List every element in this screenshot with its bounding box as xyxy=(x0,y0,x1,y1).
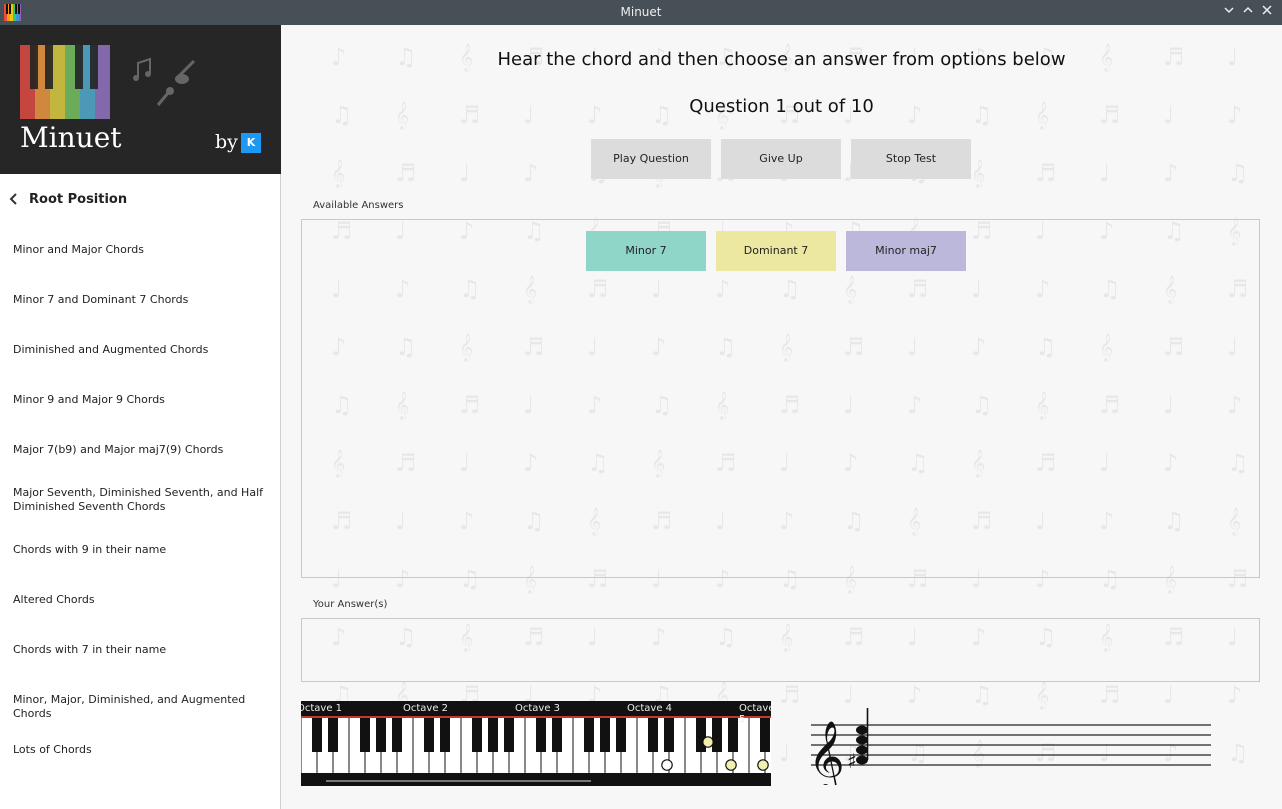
close-icon[interactable] xyxy=(1258,3,1276,21)
menu-item-major7b9[interactable]: Major 7(b9) and Major maj7(9) Chords xyxy=(13,443,263,457)
black-key xyxy=(392,718,402,752)
svg-text:𝄞: 𝄞 xyxy=(331,159,345,188)
black-key xyxy=(488,718,498,752)
svg-text:♩: ♩ xyxy=(1099,159,1110,187)
svg-text:♬: ♬ xyxy=(779,681,801,709)
svg-text:♪: ♪ xyxy=(1227,681,1242,709)
stop-test-button[interactable]: Stop Test xyxy=(851,139,971,179)
piano-keyboard[interactable]: Octave 1 Octave 2 Octave 3 Octave 4 Octa… xyxy=(301,701,771,786)
pressed-key-marker xyxy=(661,759,673,771)
black-key xyxy=(504,718,514,752)
chevron-left-icon xyxy=(9,190,23,209)
octave-label: Octave 2 xyxy=(403,703,449,714)
black-key xyxy=(728,718,738,752)
music-doodle-icon xyxy=(133,57,196,106)
svg-text:♫: ♫ xyxy=(1227,739,1249,767)
menu-item-chords-with-9[interactable]: Chords with 9 in their name xyxy=(13,543,263,557)
black-key xyxy=(472,718,482,752)
window-titlebar: Minuet xyxy=(0,0,1282,25)
black-key xyxy=(600,718,610,752)
pressed-key-marker xyxy=(702,736,714,748)
menu-item-minor7-dominant7[interactable]: Minor 7 and Dominant 7 Chords xyxy=(13,293,263,307)
give-up-button[interactable]: Give Up xyxy=(721,139,841,179)
app-name: Minuet xyxy=(20,121,122,154)
answer-minor-maj7[interactable]: Minor maj7 xyxy=(846,231,966,271)
black-key xyxy=(440,718,450,752)
svg-text:𝄞: 𝄞 xyxy=(971,159,985,188)
your-answers-label: Your Answer(s) xyxy=(313,599,388,610)
kde-logo-icon: K xyxy=(241,133,261,153)
main-content: ♪♫𝄞♬♩♪♫𝄞♬♩♪♫𝄞♬♩♪♫𝄞♬♩♪♫𝄞♬♩♪♫𝄞♬♩♪♫𝄞♬♩♪♫𝄞♬♩… xyxy=(281,25,1282,809)
menu-item-seventh-chords[interactable]: Major Seventh, Diminished Seventh, and H… xyxy=(13,486,263,514)
menu-item-chords-with-7[interactable]: Chords with 7 in their name xyxy=(13,643,263,657)
app-banner: Minuet by K xyxy=(0,25,281,174)
your-answers-panel xyxy=(301,618,1260,682)
black-key xyxy=(376,718,386,752)
black-key xyxy=(424,718,434,752)
chevron-up-icon[interactable] xyxy=(1239,3,1257,21)
black-key xyxy=(360,718,370,752)
piano-logo-icon xyxy=(20,45,110,119)
black-key xyxy=(312,718,322,752)
treble-clef-icon: 𝄞 xyxy=(808,719,845,785)
answer-dominant7[interactable]: Dominant 7 xyxy=(716,231,836,271)
svg-text:♩: ♩ xyxy=(459,159,470,187)
play-question-button[interactable]: Play Question xyxy=(591,139,711,179)
black-key xyxy=(712,718,722,752)
svg-text:♫: ♫ xyxy=(1227,159,1249,187)
window-title: Minuet xyxy=(620,5,662,19)
chord-notes xyxy=(856,708,869,765)
menu-item-diminished-augmented[interactable]: Diminished and Augmented Chords xyxy=(13,343,263,357)
octave-label: Octave 4 xyxy=(627,703,673,714)
pressed-key-marker xyxy=(757,759,769,771)
black-key xyxy=(664,718,674,752)
black-key xyxy=(648,718,658,752)
by-label: by xyxy=(215,131,238,153)
pressed-key-marker xyxy=(725,759,737,771)
sharp-icon: ♯ xyxy=(847,749,857,773)
black-key xyxy=(696,718,706,752)
sidebar: Minuet by K Root Position Minor and Majo… xyxy=(0,25,281,809)
svg-text:♪: ♪ xyxy=(523,159,538,187)
octave-label: Octave 5 xyxy=(739,703,771,725)
available-answers-label: Available Answers xyxy=(313,200,404,211)
menu-item-minor9-major9[interactable]: Minor 9 and Major 9 Chords xyxy=(13,393,263,407)
question-counter: Question 1 out of 10 xyxy=(689,96,874,117)
instruction-text: Hear the chord and then choose an answer… xyxy=(497,49,1066,70)
menu-item-lots-of-chords[interactable]: Lots of Chords xyxy=(13,743,263,757)
svg-text:♪: ♪ xyxy=(1163,159,1178,187)
back-button[interactable]: Root Position xyxy=(0,174,280,224)
menu-item-altered-chords[interactable]: Altered Chords xyxy=(13,593,263,607)
menu-item-minor-major[interactable]: Minor and Major Chords xyxy=(13,243,263,257)
menu-item-minor-major-dim-aug[interactable]: Minor, Major, Diminished, and Augmented … xyxy=(13,693,263,721)
answer-minor7[interactable]: Minor 7 xyxy=(586,231,706,271)
music-staff: 𝄞 ♯ xyxy=(808,708,1211,785)
black-key xyxy=(536,718,546,752)
black-key xyxy=(616,718,626,752)
black-key xyxy=(552,718,562,752)
octave-label: Octave 1 xyxy=(301,703,343,714)
black-key xyxy=(584,718,594,752)
svg-text:♩: ♩ xyxy=(779,739,790,767)
svg-text:♬: ♬ xyxy=(1035,159,1057,187)
svg-text:♬: ♬ xyxy=(395,159,417,187)
chevron-down-icon[interactable] xyxy=(1220,3,1238,21)
available-answers-panel xyxy=(301,219,1260,578)
octave-label: Octave 3 xyxy=(515,703,561,714)
black-key xyxy=(328,718,338,752)
back-label: Root Position xyxy=(29,191,128,207)
